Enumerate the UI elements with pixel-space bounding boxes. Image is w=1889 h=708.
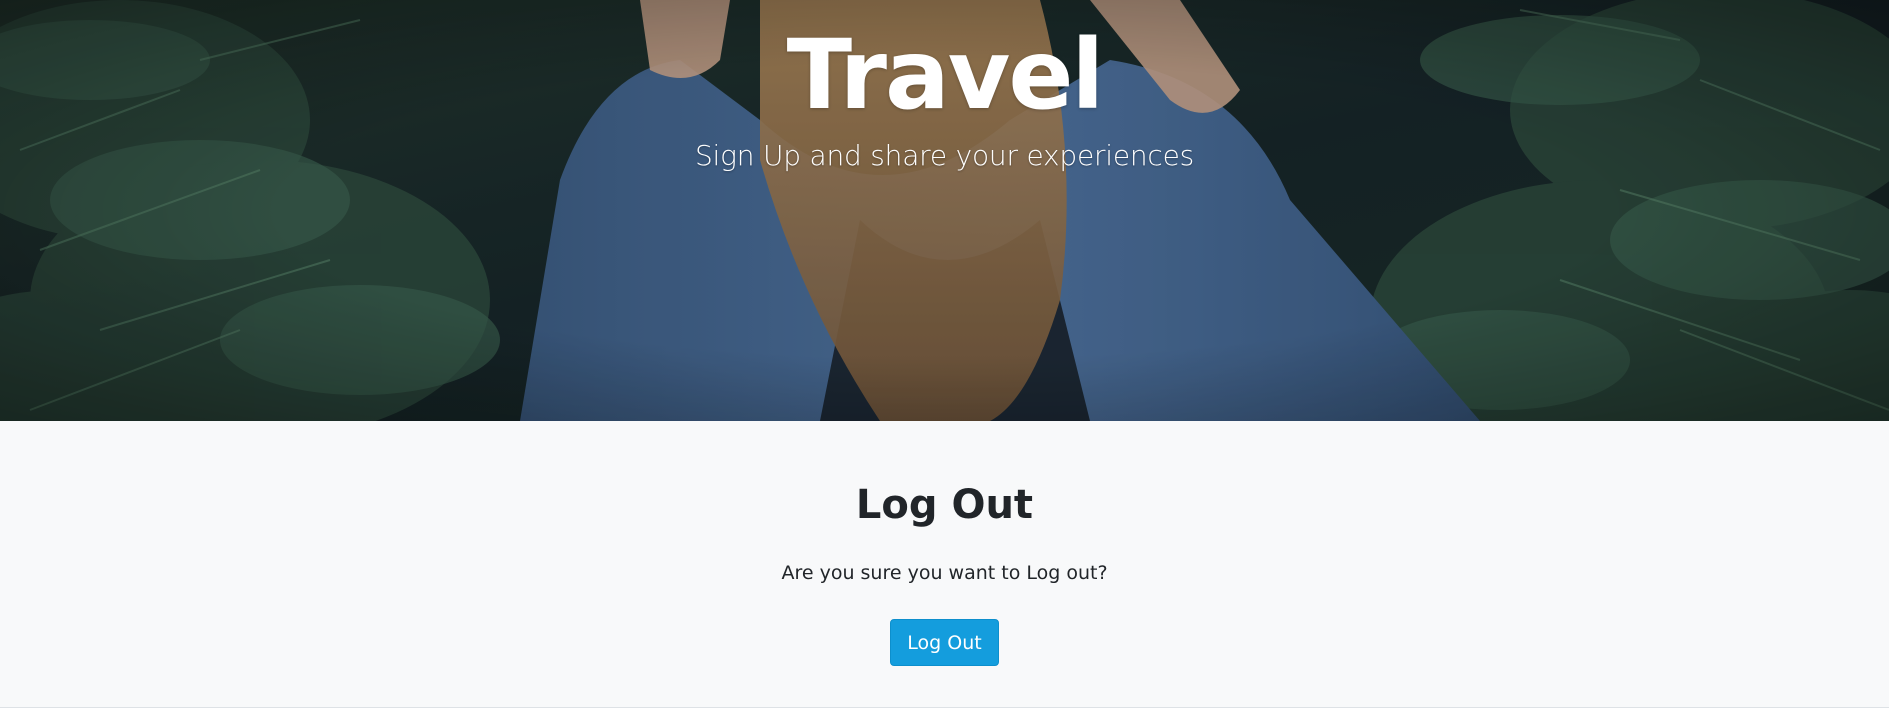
logout-section: Log Out Are you sure you want to Log out… <box>0 421 1889 708</box>
logout-heading: Log Out <box>855 482 1034 528</box>
site-title: Travel <box>786 19 1105 131</box>
logout-confirmation-message: Are you sure you want to Log out? <box>781 562 1108 584</box>
site-subtitle: Sign Up and share your experiences <box>694 139 1195 172</box>
logout-button[interactable]: Log Out <box>890 619 999 666</box>
hero-text-block: Travel Sign Up and share your experience… <box>0 0 1889 174</box>
hero-banner: Travel Sign Up and share your experience… <box>0 0 1889 421</box>
